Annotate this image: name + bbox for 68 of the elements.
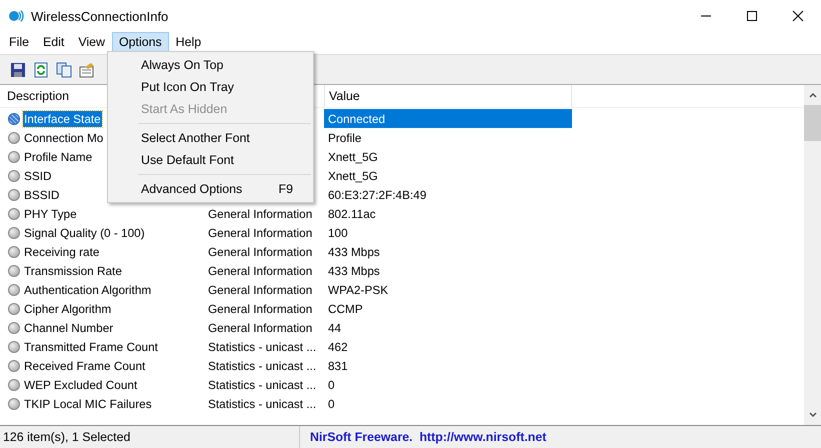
save-icon[interactable] — [10, 62, 26, 78]
table-cell: 44 — [328, 320, 342, 334]
table-cell: 433 Mbps — [328, 264, 380, 278]
table-cell[interactable]: Transmitted Frame Count — [23, 338, 159, 354]
table-cell[interactable]: Connection Mo — [23, 130, 104, 146]
table-cell: 462 — [328, 340, 348, 354]
table-cell: General Information — [208, 206, 312, 220]
scroll-up-icon[interactable] — [808, 90, 818, 100]
copy-icon[interactable] — [56, 62, 72, 78]
menu-item[interactable]: View — [71, 32, 112, 52]
close-icon[interactable] — [792, 10, 804, 22]
menu-item[interactable]: Edit — [36, 32, 72, 52]
table-cell[interactable]: PHY Type — [23, 206, 78, 222]
credit-link[interactable]: NirSoft Freeware. http://www.nirsoft.net — [300, 430, 546, 444]
table-cell[interactable]: Transmission Rate — [23, 262, 123, 278]
table-cell[interactable]: Channel Number — [23, 320, 114, 336]
table-cell: General Information — [208, 244, 312, 258]
menu-item[interactable]: Options — [112, 32, 169, 52]
table-cell[interactable]: WEP Excluded Count — [23, 376, 138, 392]
table-cell[interactable]: Profile Name — [23, 148, 94, 164]
refresh-icon[interactable] — [33, 62, 49, 78]
app-icon — [8, 8, 24, 24]
table-cell: Xnett_5G — [328, 150, 378, 164]
table-cell: 60:E3:27:2F:4B:49 — [328, 188, 426, 202]
table-cell[interactable]: Interface State — [23, 110, 102, 126]
menu-option[interactable]: Advanced Options F9 — [108, 178, 313, 200]
column-header[interactable]: Value — [324, 85, 572, 107]
table-cell: General Information — [208, 302, 312, 316]
table-cell[interactable]: TKIP Local MIC Failures — [23, 396, 153, 412]
table-cell: General Information — [208, 282, 312, 296]
table-cell: CCMP — [328, 302, 363, 316]
table-cell: Statistics - unicast ... — [208, 396, 316, 410]
properties-icon[interactable] — [79, 62, 95, 78]
table-cell: General Information — [208, 320, 312, 334]
status-text: 126 item(s), 1 Selected — [0, 426, 300, 448]
table-cell: Profile — [328, 130, 362, 144]
table-cell: Statistics - unicast ... — [208, 378, 316, 392]
table-cell[interactable]: BSSID — [23, 186, 60, 202]
table-cell: 433 Mbps — [328, 244, 380, 258]
table-cell: Xnett_5G — [328, 168, 378, 182]
table-cell: 831 — [328, 358, 348, 372]
maximize-icon[interactable] — [746, 10, 758, 22]
table-cell: General Information — [208, 226, 312, 240]
scroll-down-icon[interactable] — [808, 410, 818, 420]
table-cell: 802.11ac — [328, 206, 376, 220]
table-cell[interactable]: Received Frame Count — [23, 358, 146, 374]
table-cell[interactable]: Signal Quality (0 - 100) — [23, 224, 146, 240]
table-cell: 100 — [328, 226, 348, 240]
window-title: WirelessConnectionInfo — [31, 8, 168, 24]
table-cell[interactable]: Cipher Algorithm — [23, 300, 112, 316]
menu-option[interactable]: Select Another Font — [108, 127, 313, 149]
menu-item[interactable]: File — [2, 32, 36, 52]
table-cell[interactable]: SSID — [23, 168, 53, 184]
table-cell: Connected — [328, 112, 386, 126]
menu-option[interactable]: Use Default Font — [108, 149, 313, 171]
scroll-thumb[interactable] — [804, 105, 821, 141]
table-cell: 0 — [328, 378, 335, 392]
table-cell: Statistics - unicast ... — [208, 340, 316, 354]
menu-option[interactable]: Always On Top — [108, 54, 313, 76]
table-cell[interactable]: Receiving rate — [23, 244, 100, 260]
table-cell: General Information — [208, 264, 312, 278]
table-cell: Statistics - unicast ... — [208, 358, 316, 372]
menu-option[interactable]: Put Icon On Tray — [108, 76, 313, 98]
table-cell[interactable]: Authentication Algorithm — [23, 282, 152, 298]
table-cell: 0 — [328, 396, 335, 410]
menu-item[interactable]: Help — [168, 32, 208, 52]
scrollbar[interactable] — [804, 85, 821, 425]
table-cell: WPA2-PSK — [328, 282, 388, 296]
